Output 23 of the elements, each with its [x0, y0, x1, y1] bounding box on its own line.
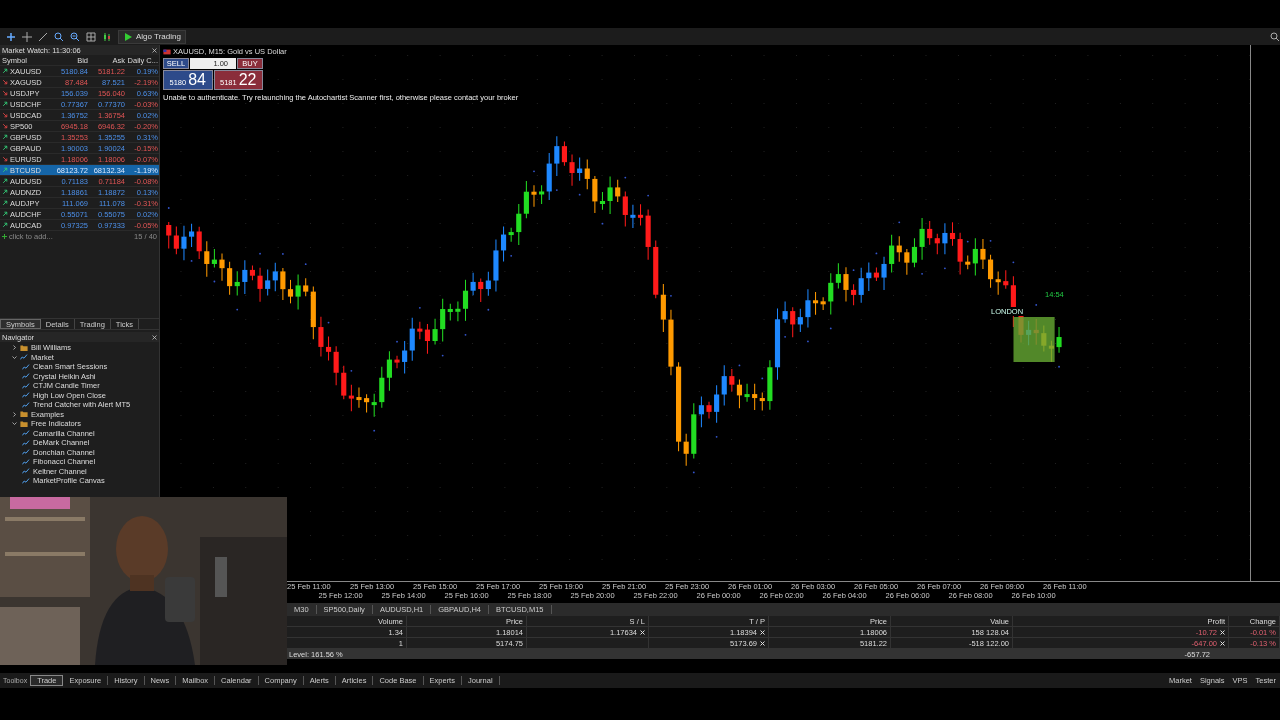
plus-icon	[2, 233, 7, 239]
zoom-in-icon	[54, 31, 64, 42]
candles-icon	[102, 31, 112, 42]
algo-trading-button[interactable]: Algo Trading	[118, 29, 186, 44]
close-icon	[152, 47, 157, 53]
price-pips[interactable]: 84	[188, 71, 206, 89]
flag-icon	[163, 48, 171, 55]
close-icon	[760, 629, 765, 635]
close-icon	[640, 629, 645, 635]
close-icon	[1220, 629, 1225, 635]
session-box	[1013, 317, 1055, 362]
close-icon	[152, 334, 157, 340]
zoom-out-icon	[70, 31, 80, 42]
crosshair-icon	[22, 31, 32, 42]
price-pips[interactable]: 22	[238, 71, 257, 89]
close-icon	[760, 640, 765, 646]
grid-icon	[86, 31, 96, 42]
plus-icon	[6, 31, 16, 42]
search-icon	[1270, 31, 1280, 42]
play-icon	[123, 31, 133, 42]
folder-icon	[20, 344, 28, 351]
line-icon	[38, 31, 48, 42]
close-icon	[1220, 640, 1225, 646]
